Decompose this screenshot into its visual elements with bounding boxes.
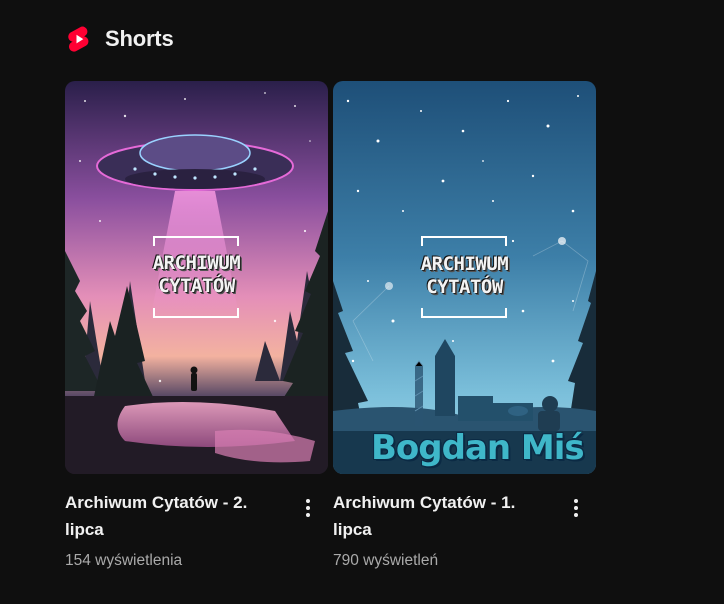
view-count: 154 wyświetlenia: [65, 552, 183, 569]
short-meta: Archiwum Cytatów - 2. lipca 154 wyświetl…: [65, 486, 328, 576]
short-meta: Archiwum Cytatów - 1. lipca 790 wyświetl…: [333, 486, 596, 576]
more-vert-icon[interactable]: [564, 496, 588, 520]
short-card: ARCHIWUM CYTATÓW Bogdan Miś Archiwum Cyt…: [333, 81, 596, 576]
short-title[interactable]: Archiwum Cytatów - 1. lipca: [333, 489, 548, 543]
short-card: ARCHIWUM CYTATÓW Archiwum Cytatów - 2. l…: [65, 81, 328, 576]
youtube-shorts-icon: [68, 26, 89, 52]
shorts-shelf: Shorts ARCHIWUM CYTATÓW Archiwum Cytatów…: [0, 0, 724, 604]
thumbnail-brand: Bogdan Miś: [371, 428, 585, 468]
short-thumbnail[interactable]: ARCHIWUM CYTATÓW Bogdan Miś: [333, 81, 596, 474]
thumbnail-caption: ARCHIWUM CYTATÓW: [420, 253, 509, 298]
shelf-title: Shorts: [105, 26, 174, 51]
short-title[interactable]: Archiwum Cytatów - 2. lipca: [65, 489, 280, 543]
short-thumbnail[interactable]: ARCHIWUM CYTATÓW: [65, 81, 328, 474]
more-vert-icon[interactable]: [296, 496, 320, 520]
view-count: 790 wyświetleń: [333, 552, 439, 569]
thumbnail-caption: ARCHIWUM CYTATÓW: [152, 252, 241, 297]
shelf-header: Shorts: [67, 24, 174, 54]
